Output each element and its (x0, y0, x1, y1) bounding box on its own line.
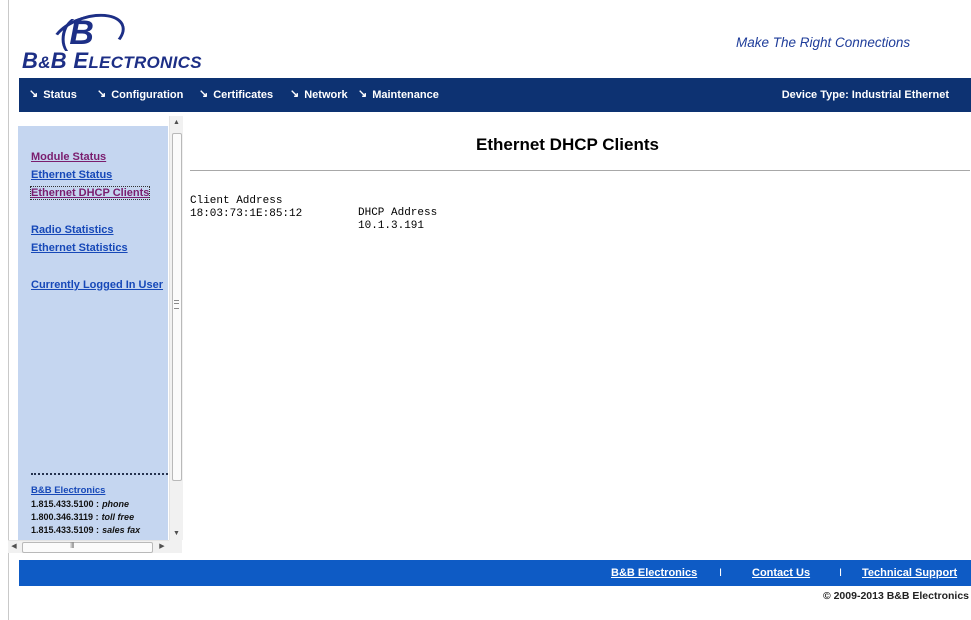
sidebar-link-module-status[interactable]: Module Status (31, 151, 106, 163)
tagline: Make The Right Connections (736, 35, 911, 50)
sidebar-panel: Module Status Ethernet Status Ethernet D… (18, 126, 176, 541)
header-dhcp-address: DHCP Address (358, 207, 438, 219)
nav-arrow-icon: ↘ (199, 88, 209, 100)
footer-bar: B&B Electronics I Contact Us I Technical… (19, 560, 971, 586)
nav-status[interactable]: ↘ Status (29, 78, 77, 112)
sidebar-link-ethernet-statistics[interactable]: Ethernet Statistics (31, 242, 128, 254)
sidebar-link-radio-statistics[interactable]: Radio Statistics (31, 224, 114, 236)
table-row: 18:03:73:1E:85:12 10.1.3.191 (190, 196, 424, 232)
nav-arrow-icon: ↘ (29, 88, 39, 100)
footer-link-bb-electronics[interactable]: B&B Electronics (611, 560, 697, 586)
nav-network[interactable]: ↘ Network (290, 78, 348, 112)
nav-arrow-icon: ↘ (358, 88, 368, 100)
contact-company-link[interactable]: B&B Electronics (31, 485, 105, 496)
dhcp-clients-table: Client Address DHCP Address 18:03:73:1E:… (190, 183, 437, 232)
bb-electronics-logo: (B B&B ELECTRONICS (22, 5, 232, 76)
nav-configuration[interactable]: ↘ Configuration (97, 78, 183, 112)
sidebar-link-logged-in-user[interactable]: Currently Logged In User (31, 279, 163, 291)
sidebar-frame: Module Status Ethernet Status Ethernet D… (8, 116, 183, 553)
copyright-notice: © 2009-2013 B&B Electronics (822, 590, 969, 602)
title-divider (190, 170, 970, 171)
sidebar-link-ethernet-dhcp-clients[interactable]: Ethernet DHCP Clients (29, 186, 151, 200)
horizontal-scroll-thumb[interactable] (22, 542, 153, 553)
scrollbar-corner (169, 540, 182, 552)
dotted-divider (31, 473, 176, 475)
footer-separator: I (719, 567, 723, 579)
sidebar-horizontal-scrollbar[interactable]: ◀ III ▶ (8, 540, 182, 553)
table-header-row: Client Address DHCP Address (190, 183, 437, 219)
scroll-right-arrow-icon[interactable]: ▶ (156, 541, 168, 553)
contact-phone: 1.815.433.5100 : phone (31, 499, 130, 509)
scroll-up-arrow-icon[interactable]: ▲ (170, 116, 183, 129)
nav-maintenance[interactable]: ↘ Maintenance (358, 78, 439, 112)
client-address-cell: 18:03:73:1E:85:12 (190, 208, 303, 220)
top-nav-bar: ↘ Status ↘ Configuration ↘ Certificates ↘ Ne… (19, 78, 971, 112)
contact-sales-fax: 1.815.433.5109 : sales fax (31, 525, 141, 535)
nav-arrow-icon: ↘ (290, 88, 300, 100)
scroll-down-arrow-icon[interactable]: ▼ (170, 527, 183, 540)
footer-link-contact-us[interactable]: Contact Us (752, 560, 810, 586)
nav-certificates[interactable]: ↘ Certificates (199, 78, 273, 112)
page-title: Ethernet DHCP Clients (476, 135, 659, 154)
dhcp-address-cell: 10.1.3.191 (358, 220, 425, 232)
scroll-left-arrow-icon[interactable]: ◀ (8, 541, 20, 553)
sidebar-vertical-scrollbar[interactable]: ▲ ▼ (169, 116, 183, 540)
scroll-grip-icon (174, 300, 179, 309)
contact-toll-free: 1.800.346.3119 : toll free (31, 512, 135, 522)
footer-separator: I (839, 567, 843, 579)
scroll-grip-icon: III (70, 541, 75, 550)
footer-link-technical-support[interactable]: Technical Support (862, 560, 957, 586)
sidebar-link-ethernet-status[interactable]: Ethernet Status (31, 169, 112, 181)
nav-arrow-icon: ↘ (97, 88, 107, 100)
device-type-label: Device Type: Industrial Ethernet (781, 89, 949, 101)
logo-wordmark: B&B ELECTRONICS (22, 48, 202, 73)
